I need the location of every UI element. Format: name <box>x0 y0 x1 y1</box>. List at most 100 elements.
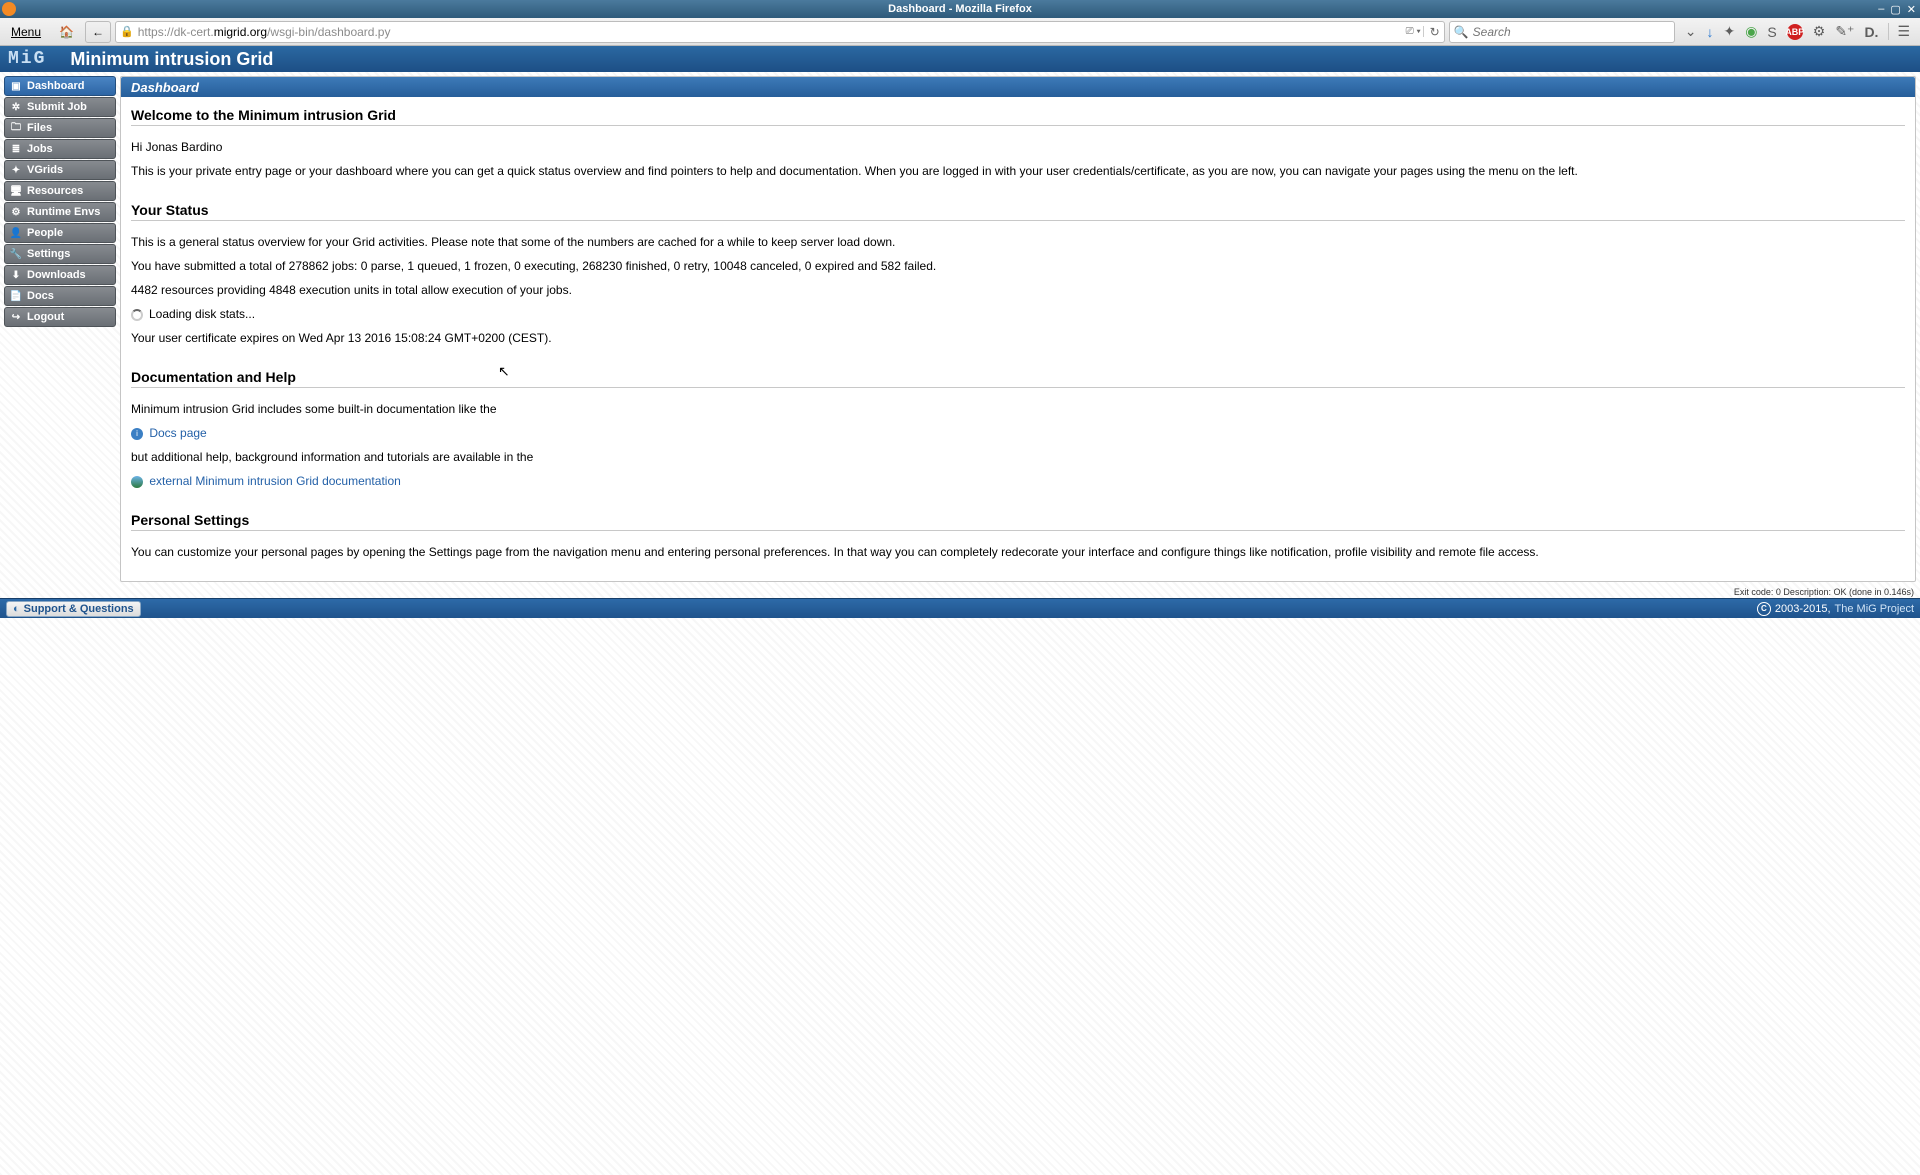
people-icon: 👤 <box>10 227 22 239</box>
cert-line: Your user certificate expires on Wed Apr… <box>131 329 1905 347</box>
downloads-icon: ⬇ <box>10 269 22 281</box>
nav-item-jobs[interactable]: ≣ Jobs <box>4 139 116 159</box>
settings-heading: Personal Settings <box>131 512 1905 531</box>
minimize-button[interactable]: – <box>1878 3 1884 16</box>
exit-code-line: Exit code: 0 Description: OK (done in 0.… <box>0 586 1920 598</box>
copyright-years: 2003-2015, <box>1775 603 1831 615</box>
copyright-icon: C <box>1757 602 1771 616</box>
panel-title: Dashboard <box>121 77 1915 97</box>
greeting-text: Hi Jonas Bardino <box>131 138 1905 156</box>
status-note: This is a general status overview for yo… <box>131 233 1905 251</box>
extension-icon-4[interactable]: ⚙ <box>1813 23 1826 40</box>
nav-item-label: Dashboard <box>27 80 84 92</box>
nav-item-settings[interactable]: 🔧 Settings <box>4 244 116 264</box>
external-link-row: external Minimum intrusion Grid document… <box>131 472 1905 490</box>
menu-button[interactable]: Menu <box>4 21 48 43</box>
docs-link-row: i Docs page <box>131 424 1905 442</box>
back-button[interactable]: ← <box>85 21 111 43</box>
page-layout: ▣ Dashboard ✲ Submit Job 🗀 Files ≣ Jobs ✦VGrids🖥… <box>0 72 1920 586</box>
nav-item-logout[interactable]: ↪ Logout <box>4 307 116 327</box>
logout-icon: ↪ <box>10 311 22 323</box>
home-button[interactable]: 🏠 <box>52 21 81 43</box>
downloads-icon[interactable]: ↓ <box>1706 24 1713 40</box>
globe-icon <box>131 476 143 488</box>
external-docs-link[interactable]: external Minimum intrusion Grid document… <box>149 474 400 488</box>
loading-line: Loading disk stats... <box>131 305 1905 323</box>
page-header: MiG Minimum intrusion Grid <box>0 46 1920 72</box>
files-icon: 🗀 <box>10 122 22 134</box>
adblock-icon[interactable]: ABP <box>1787 24 1803 40</box>
intro-text: This is your private entry page or your … <box>131 162 1905 180</box>
firefox-icon <box>2 2 16 16</box>
nav-item-resources[interactable]: 🖥Resources <box>4 181 116 201</box>
support-button[interactable]: ◐ Support & Questions <box>6 601 141 617</box>
window-titlebar: Dashboard - Mozilla Firefox – ▢ ✕ <box>0 0 1920 18</box>
extension-icon-1[interactable]: ✦ <box>1723 23 1735 40</box>
extension-icon-6[interactable]: D. <box>1864 24 1878 40</box>
nav-item-people[interactable]: 👤 People <box>4 223 116 243</box>
extension-icon-2[interactable]: ◉ <box>1745 23 1757 40</box>
content-area: Welcome to the Minimum intrusion Grid Hi… <box>121 97 1915 581</box>
window-title: Dashboard - Mozilla Firefox <box>888 3 1032 15</box>
resources-line: 4482 resources providing 4848 execution … <box>131 281 1905 299</box>
site-logo: MiG <box>8 49 46 69</box>
footer-right: C 2003-2015, The MiG Project <box>1757 602 1914 616</box>
welcome-heading: Welcome to the Minimum intrusion Grid <box>131 107 1905 126</box>
reader-mode-icon[interactable]: ⎚ ▾ <box>1404 26 1424 37</box>
site-title: Minimum intrusion Grid <box>70 49 273 70</box>
search-box[interactable]: 🔍 <box>1449 21 1675 43</box>
docs-page-link[interactable]: Docs page <box>149 426 206 440</box>
hamburger-menu[interactable]: ☰ <box>1888 23 1910 40</box>
close-button[interactable]: ✕ <box>1907 3 1916 16</box>
nav-item-label: Resources <box>27 185 83 197</box>
search-icon: 🔍 <box>1454 25 1469 39</box>
project-link[interactable]: The MiG Project <box>1835 603 1914 615</box>
url-bar[interactable]: 🔒 https://dk-cert.migrid.org/wsgi-bin/da… <box>115 21 1445 43</box>
window-controls: – ▢ ✕ <box>1878 3 1920 16</box>
nav-item-label: Downloads <box>27 269 86 281</box>
url-text[interactable]: https://dk-cert.migrid.org/wsgi-bin/dash… <box>138 25 1400 39</box>
nav-item-label: Logout <box>27 311 64 323</box>
pocket-icon[interactable]: ⌄ <box>1685 23 1697 40</box>
nav-item-vgrids[interactable]: ✦VGrids <box>4 160 116 180</box>
docs-intro: Minimum intrusion Grid includes some bui… <box>131 400 1905 418</box>
runtime-envs-icon: ⚙ <box>10 206 22 218</box>
extension-icon-5[interactable]: ✎⁺ <box>1835 23 1854 40</box>
search-input[interactable] <box>1473 25 1670 39</box>
nav-item-label: Files <box>27 122 52 134</box>
main-panel: Dashboard Welcome to the Minimum intrusi… <box>120 76 1916 582</box>
nav-item-label: People <box>27 227 63 239</box>
submit-job-icon: ✲ <box>10 101 22 113</box>
info-icon: i <box>131 428 143 440</box>
status-heading: Your Status <box>131 202 1905 221</box>
dashboard-icon: ▣ <box>10 80 22 92</box>
nav-item-label: Docs <box>27 290 54 302</box>
docs-icon: 📄 <box>10 290 22 302</box>
sidebar-nav: ▣ Dashboard ✲ Submit Job 🗀 Files ≣ Jobs ✦VGrids🖥… <box>4 76 116 582</box>
nav-item-label: Runtime Envs <box>27 206 100 218</box>
docs-heading: Documentation and Help <box>131 369 1905 388</box>
nav-item-docs[interactable]: 📄 Docs <box>4 286 116 306</box>
maximize-button[interactable]: ▢ <box>1890 3 1900 16</box>
browser-toolbar: Menu 🏠 ← 🔒 https://dk-cert.migrid.org/ws… <box>0 18 1920 46</box>
settings-text: You can customize your personal pages by… <box>131 543 1905 561</box>
nav-item-files[interactable]: 🗀 Files <box>4 118 116 138</box>
settings-icon: 🔧 <box>10 248 22 260</box>
nav-item-downloads[interactable]: ⬇ Downloads <box>4 265 116 285</box>
page-footer: ◐ Support & Questions C 2003-2015, The M… <box>0 598 1920 618</box>
extension-icon-3[interactable]: S <box>1767 24 1776 40</box>
docs-mid: but additional help, background informat… <box>131 448 1905 466</box>
toolbar-icons: ⌄ ↓ ✦ ◉ S ABP ⚙ ✎⁺ D. ☰ <box>1679 23 1916 40</box>
nav-item-dashboard[interactable]: ▣ Dashboard <box>4 76 116 96</box>
jobs-line: You have submitted a total of 278862 job… <box>131 257 1905 275</box>
nav-item-label: Settings <box>27 248 70 260</box>
question-icon: ◐ <box>13 603 20 615</box>
jobs-icon: ≣ <box>10 143 22 155</box>
nav-item-runtime-envs[interactable]: ⚙ Runtime Envs <box>4 202 116 222</box>
spinner-icon <box>131 309 143 321</box>
lock-icon: 🔒 <box>120 25 134 38</box>
nav-item-label: Jobs <box>27 143 53 155</box>
nav-item-submit-job[interactable]: ✲ Submit Job <box>4 97 116 117</box>
reload-button[interactable]: ↻ <box>1430 25 1440 39</box>
nav-item-label: Submit Job <box>27 101 87 113</box>
